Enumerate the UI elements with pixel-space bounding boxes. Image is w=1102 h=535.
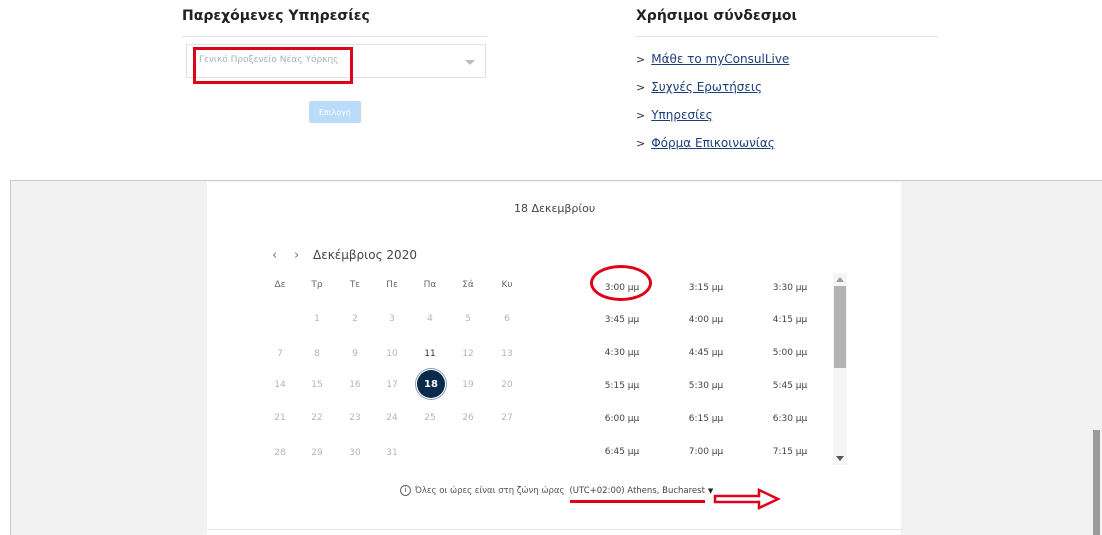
annotation-arrow-icon: [713, 488, 781, 510]
next-month-icon[interactable]: ›: [294, 248, 299, 263]
calendar-day: 23: [349, 413, 361, 423]
prev-month-icon[interactable]: ‹: [272, 248, 277, 263]
calendar-day: 31: [386, 448, 398, 458]
scroll-up-icon[interactable]: [836, 277, 844, 282]
calendar-day: 27: [501, 413, 513, 423]
time-slot-button[interactable]: 7:00 μμ: [676, 447, 736, 457]
weekday-label: Κυ: [501, 280, 513, 290]
time-slot-button[interactable]: 7:15 μμ: [760, 447, 820, 457]
services-divider: [182, 36, 487, 37]
calendar-day: 17: [386, 380, 398, 390]
link-item[interactable]: > Συχνές Ερωτήσεις: [636, 80, 762, 94]
calendar-day: 8: [314, 349, 320, 359]
panel-divider: [207, 529, 901, 530]
time-slot-button[interactable]: 3:30 μμ: [760, 283, 820, 293]
annotation-underline: [570, 500, 705, 503]
weekday-label: Δε: [274, 280, 286, 290]
annotation-ellipse: [590, 265, 652, 301]
time-slot-button[interactable]: 6:30 μμ: [760, 414, 820, 424]
time-slot-button[interactable]: 5:00 μμ: [760, 348, 820, 358]
time-slot-button[interactable]: 5:15 μμ: [592, 381, 652, 391]
timezone-note: Όλες οι ώρες είναι στη ζώνη ώρας: [415, 485, 565, 496]
calendar-day: 28: [274, 448, 286, 458]
time-slot-button[interactable]: 4:45 μμ: [676, 348, 736, 358]
time-slot-button[interactable]: 5:45 μμ: [760, 381, 820, 391]
time-slot-button[interactable]: 3:15 μμ: [676, 283, 736, 293]
time-slot-button[interactable]: 3:45 μμ: [592, 315, 652, 325]
calendar-day: 12: [462, 349, 474, 359]
selected-date-heading: 18 Δεκεμβρίου: [514, 202, 596, 215]
info-icon: i: [400, 485, 411, 496]
calendar-day: 21: [274, 413, 286, 423]
calendar-day: 16: [349, 380, 361, 390]
calendar-day: 19: [462, 380, 474, 390]
time-slot-button[interactable]: 4:30 μμ: [592, 348, 652, 358]
link-label[interactable]: Μάθε το myConsulLive: [651, 52, 789, 66]
calendar-day: 22: [311, 413, 323, 423]
calendar-day: 6: [504, 314, 510, 324]
calendar-day: 29: [311, 448, 323, 458]
time-slot-button[interactable]: 4:00 μμ: [676, 315, 736, 325]
calendar-day-selected[interactable]: 18: [417, 370, 445, 398]
calendar-day: 2: [352, 314, 358, 324]
calendar-day: 10: [386, 349, 398, 359]
links-title: Χρήσιμοι σύνδεσμοι: [636, 8, 797, 24]
chevron-right-icon: >: [636, 109, 646, 122]
weekday-label: Πα: [423, 280, 437, 290]
month-label: Δεκέμβριος 2020: [313, 248, 417, 262]
link-label[interactable]: Φόρμα Επικοινωνίας: [651, 136, 775, 150]
link-item[interactable]: > Φόρμα Επικοινωνίας: [636, 136, 775, 150]
time-slot-button[interactable]: 6:15 μμ: [676, 414, 736, 424]
slots-scrollbar-thumb[interactable]: [834, 286, 846, 368]
calendar-day: 15: [311, 380, 323, 390]
calendar-day: 4: [427, 314, 433, 324]
services-title: Παρεχόμενες Υπηρεσίες: [182, 8, 370, 24]
annotation-rectangle: [193, 47, 353, 84]
timezone-select[interactable]: (UTC+02:00) Athens, Bucharest: [569, 486, 704, 496]
calendar-day: 13: [501, 349, 513, 359]
calendar-day: 9: [352, 349, 358, 359]
choose-button[interactable]: Επιλογή: [309, 101, 361, 123]
weekday-label: Τρ: [311, 280, 323, 290]
weekday-label: Πε: [386, 280, 398, 290]
calendar-day: 5: [465, 314, 471, 324]
calendar-day: 26: [462, 413, 474, 423]
link-item[interactable]: > Μάθε το myConsulLive: [636, 52, 789, 66]
chevron-right-icon: >: [636, 137, 646, 150]
time-slot-button[interactable]: 6:45 μμ: [592, 447, 652, 457]
time-slot-button[interactable]: 5:30 μμ: [676, 381, 736, 391]
calendar-day: 30: [349, 448, 361, 458]
chevron-right-icon: >: [636, 53, 646, 66]
calendar-day: 1: [314, 314, 320, 324]
link-label[interactable]: Υπηρεσίες: [651, 108, 712, 122]
time-slot-button[interactable]: 4:15 μμ: [760, 315, 820, 325]
chevron-right-icon: >: [636, 81, 646, 94]
page-scrollbar-thumb[interactable]: [1093, 430, 1100, 535]
chevron-down-icon: [465, 60, 475, 65]
time-slot-button[interactable]: 6:00 μμ: [592, 414, 652, 424]
weekday-label: Σά: [462, 280, 474, 290]
weekday-label: Τε: [349, 280, 361, 290]
calendar-day[interactable]: 11: [415, 349, 445, 359]
calendar-day: 25: [424, 413, 436, 423]
calendar-day: 3: [389, 314, 395, 324]
link-item[interactable]: > Υπηρεσίες: [636, 108, 713, 122]
scroll-down-icon[interactable]: [836, 456, 844, 461]
calendar-day: 14: [274, 380, 286, 390]
calendar-day: 24: [386, 413, 398, 423]
links-divider: [636, 36, 938, 37]
calendar-day: 7: [277, 349, 283, 359]
timezone-row: i Όλες οι ώρες είναι στη ζώνη ώρας (UTC+…: [400, 485, 713, 496]
calendar-day: 20: [501, 380, 513, 390]
link-label[interactable]: Συχνές Ερωτήσεις: [651, 80, 762, 94]
